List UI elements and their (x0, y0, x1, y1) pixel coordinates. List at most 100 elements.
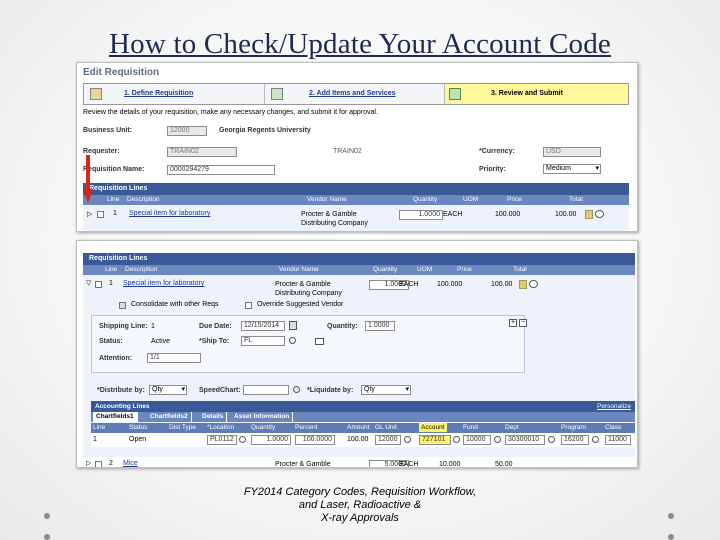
tab-details[interactable]: Details (199, 412, 228, 422)
row-description-link[interactable]: Special item for laboratory (129, 210, 210, 217)
requester-name: TRAIN02 (333, 148, 362, 155)
attention-field[interactable]: 1/1 (147, 353, 201, 363)
col-price[interactable]: Price (507, 196, 522, 203)
row-price-2: 100.000 (437, 281, 463, 288)
row-quantity-field[interactable]: 1.0000 (399, 210, 443, 220)
liquidate-by-select[interactable]: Qty (361, 385, 411, 395)
acct-col-account[interactable]: Account (419, 423, 447, 432)
col-total[interactable]: Total (569, 196, 583, 203)
row-checkbox[interactable] (97, 211, 104, 218)
details-icon-2[interactable] (519, 280, 527, 289)
ship-to-field[interactable]: FL (241, 336, 285, 346)
col-total-2[interactable]: Total (513, 266, 527, 273)
tab-chartfields2[interactable]: Chartfields2 (147, 412, 192, 422)
acct-col-fund[interactable]: Fund (463, 424, 478, 431)
mail-icon[interactable] (315, 338, 324, 345)
slide: How to Check/Update Your Account Code Ed… (0, 0, 720, 540)
acct-col-location[interactable]: *Location (207, 424, 234, 431)
acct-quantity-field[interactable]: 1.0000 (251, 435, 291, 445)
acct-col-gl-unit[interactable]: GL Unit (375, 424, 397, 431)
speedchart-field[interactable] (243, 385, 289, 395)
col-quantity-2[interactable]: Quantity (373, 266, 397, 273)
acct-col-percent[interactable]: Percent (295, 424, 317, 431)
quantity-field[interactable]: 1.0000 (365, 321, 395, 331)
location-search-icon[interactable] (239, 436, 246, 443)
col-quantity[interactable]: Quantity (413, 196, 437, 203)
acct-account-field[interactable]: 727101 (419, 435, 451, 445)
row-checkbox-2[interactable] (95, 281, 102, 288)
program-search-icon[interactable] (592, 436, 599, 443)
col-description-2[interactable]: Description (125, 266, 158, 273)
accounting-lines-title: Accounting Lines (95, 403, 150, 410)
consolidate-checkbox[interactable] (119, 302, 126, 309)
step-review[interactable]: 3. Review and Submit (444, 84, 628, 104)
row-description-link-2[interactable]: Special item for laboratory (123, 280, 204, 287)
delete-row-icon[interactable]: − (519, 319, 527, 327)
col-price-2[interactable]: Price (457, 266, 472, 273)
requisition-name-field[interactable]: 0000294279 (167, 165, 275, 175)
calendar-icon[interactable] (289, 321, 297, 330)
requester-label: Requester: (83, 148, 120, 155)
list-icon (271, 88, 283, 100)
expand-icon-2[interactable]: ▷ (86, 459, 91, 467)
col-line[interactable]: Line (107, 196, 119, 203)
instruction-text: Review the details of your requisition, … (83, 109, 378, 116)
override-checkbox[interactable] (245, 302, 252, 309)
row2-description-link[interactable]: Mice (123, 460, 138, 467)
col-description[interactable]: Description (127, 196, 160, 203)
row2-price: 10.000 (439, 461, 461, 468)
quantity-label: Quantity: (327, 323, 358, 330)
comment-icon[interactable] (595, 210, 604, 218)
expand-icon[interactable]: ▷ (87, 210, 92, 218)
caption-line-3: X-ray Approvals (321, 512, 399, 524)
personalize-link[interactable]: Personalize (597, 401, 631, 412)
collapse-icon[interactable]: ▽ (86, 279, 91, 287)
row2-checkbox[interactable] (95, 461, 102, 467)
priority-select[interactable]: Medium (543, 164, 601, 174)
col-vendor[interactable]: Vendor Name (307, 196, 347, 203)
business-unit-field: 12000 (167, 126, 207, 136)
acct-col-amount[interactable]: Amount (347, 424, 369, 431)
acct-fund-field[interactable]: 10000 (463, 435, 491, 445)
acct-col-quantity[interactable]: Quantity (251, 424, 275, 431)
acct-col-status[interactable]: Status (129, 424, 147, 431)
dept-search-icon[interactable] (548, 436, 555, 443)
acct-dept-field[interactable]: 30300010 (505, 435, 545, 445)
col-vendor-2[interactable]: Vendor Name (279, 266, 319, 273)
acct-percent-field[interactable]: 100.0000 (295, 435, 335, 445)
acct-col-program[interactable]: Program (561, 424, 586, 431)
acct-amount: 100.00 (347, 436, 369, 443)
acct-program-field[interactable]: 16200 (561, 435, 589, 445)
step-add-items[interactable]: 2. Add Items and Services (264, 84, 444, 104)
acct-col-dist-type[interactable]: Dist Type (169, 424, 196, 431)
accounting-columns: Line Status Dist Type *Location Quantity… (91, 423, 635, 433)
step-define-label[interactable]: 1. Define Requisition (124, 84, 193, 104)
tab-asset-information[interactable]: Asset Information (231, 412, 294, 422)
gl-unit-search-icon[interactable] (404, 436, 411, 443)
step-define[interactable]: 1. Define Requisition (84, 84, 264, 104)
account-search-icon[interactable] (453, 436, 460, 443)
step-add-items-label[interactable]: 2. Add Items and Services (309, 84, 396, 104)
step-review-label: 3. Review and Submit (491, 90, 563, 97)
due-date-field[interactable]: 12/15/2014 (241, 321, 285, 331)
acct-location-field[interactable]: PL0112 (207, 435, 237, 445)
speedchart-search-icon[interactable] (293, 386, 300, 393)
distribute-by-select[interactable]: Qty (149, 385, 187, 395)
col-uom-2[interactable]: UOM (417, 266, 432, 273)
row-total-2: 100.00 (491, 281, 513, 288)
tab-chartfields1[interactable]: Chartfields1 (93, 412, 138, 422)
col-uom[interactable]: UOM (463, 196, 478, 203)
col-line-2[interactable]: Line (105, 266, 117, 273)
acct-col-line[interactable]: Line (93, 424, 105, 431)
acct-col-dept[interactable]: Dept (505, 424, 519, 431)
acct-gl-unit-field[interactable]: 12000 (375, 435, 401, 445)
fund-search-icon[interactable] (494, 436, 501, 443)
acct-col-class[interactable]: Class (605, 424, 621, 431)
comment-icon-2[interactable] (529, 280, 538, 288)
details-icon[interactable] (585, 210, 593, 219)
add-row-icon[interactable]: + (509, 319, 517, 327)
ship-to-search-icon[interactable] (289, 337, 296, 344)
acct-class-field[interactable]: 11000 (605, 435, 631, 445)
row-vendor2-2: Distributing Company (275, 290, 342, 297)
business-unit-name: Georgia Regents University (219, 127, 311, 134)
